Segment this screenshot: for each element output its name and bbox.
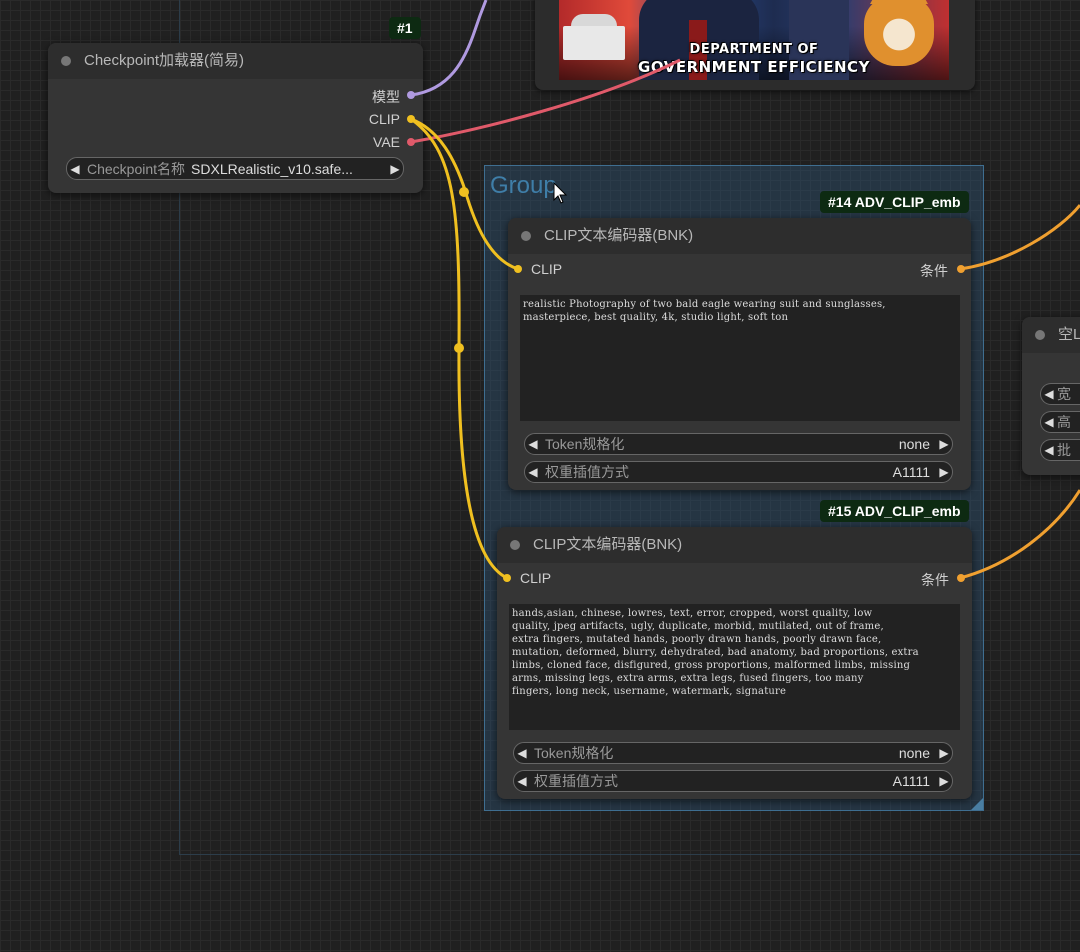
reroute-dot[interactable]	[459, 187, 469, 197]
vae-wire[interactable]	[410, 58, 681, 144]
reroute-dot[interactable]	[454, 343, 464, 353]
wires-layer	[410, 0, 1080, 580]
conditioning-wire-1[interactable]	[959, 204, 1080, 271]
conditioning-wire-2[interactable]	[959, 489, 1080, 580]
cursor-icon	[553, 181, 568, 204]
model-wire[interactable]	[410, 0, 488, 97]
